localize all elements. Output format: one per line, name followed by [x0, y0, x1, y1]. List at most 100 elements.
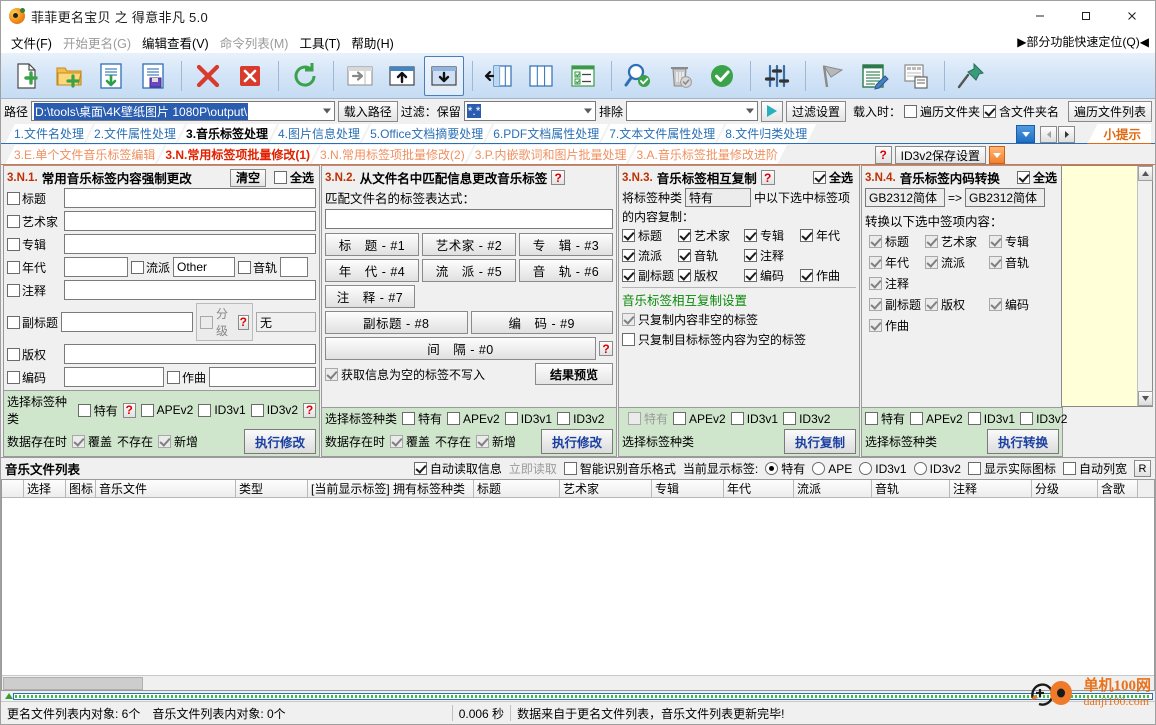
panel4-cb-encode[interactable]: 编码 — [989, 296, 1029, 313]
checkbox-box[interactable] — [200, 315, 214, 329]
panel2-tagtype-id3v2[interactable]: ID3v2 — [557, 412, 604, 426]
panel3-opt-target-empty[interactable]: 只复制目标标签内容为空的标签 — [622, 331, 806, 348]
panel1-copyright-input[interactable] — [64, 344, 316, 364]
grid-header-lyrics[interactable]: 含歌 — [1098, 480, 1138, 497]
panel1-addnew-checkbox[interactable]: 新增 — [158, 433, 198, 450]
grid-body[interactable] — [2, 498, 1154, 675]
panel2-tag-title-button[interactable]: 标 题 - #1 — [325, 233, 419, 256]
scrollbar-thumb[interactable] — [3, 676, 143, 690]
panel1-comment-checkbox[interactable]: 注释 — [7, 282, 61, 299]
grid-header-genre[interactable]: 流派 — [794, 480, 872, 497]
panel2-tagtype-apev2[interactable]: APEv2 — [447, 412, 500, 426]
panel2-tagtype-proprietary[interactable]: 特有 — [402, 410, 442, 427]
panel2-tag-gap-button[interactable]: 间 隔 - #0 — [325, 337, 596, 360]
exclude-input[interactable] — [626, 101, 759, 121]
quick-locate-link[interactable]: ▶部分功能快速定位(Q)◀ — [1017, 33, 1149, 50]
flag-icon[interactable] — [812, 56, 852, 96]
panel3-opt-nonempty[interactable]: 只复制内容非空的标签 — [622, 311, 758, 328]
grid-header-tagtypes[interactable]: [当前显示标签] 拥有标签种类 — [308, 480, 474, 497]
panel3-cb-copyright[interactable]: 版权 — [678, 267, 740, 284]
save-list-icon[interactable] — [133, 56, 173, 96]
load-list-icon[interactable] — [91, 56, 131, 96]
smart-detect-checkbox[interactable]: 智能识别音乐格式 — [563, 460, 676, 477]
grid-header-music-file[interactable]: 音乐文件 — [96, 480, 236, 497]
tab-tips[interactable]: 小提示 — [1087, 124, 1151, 144]
panel1-title-checkbox[interactable]: 标题 — [7, 190, 61, 207]
grid-header-year[interactable]: 年代 — [724, 480, 794, 497]
tab-file-classify[interactable]: 8.文件归类处理 — [716, 124, 816, 144]
new-file-icon[interactable] — [7, 56, 47, 96]
panel2-tag-artist-button[interactable]: 艺术家 - #2 — [422, 233, 516, 256]
menu-help[interactable]: 帮助(H) — [351, 31, 404, 54]
panel1-tagtype-proprietary[interactable]: 特有 — [77, 402, 118, 419]
trash-check-icon[interactable] — [660, 56, 700, 96]
panel4-cb-copyright[interactable]: 版权 — [925, 296, 983, 313]
panel3-cb-genre[interactable]: 流派 — [622, 247, 674, 264]
panel4-cb-artist[interactable]: 艺术家 — [925, 233, 983, 250]
traverse-list-button[interactable]: 遍历文件列表 — [1068, 100, 1153, 122]
panel2-expression-input[interactable] — [325, 209, 613, 229]
tab-image-info[interactable]: 4.图片信息处理 — [269, 124, 369, 144]
panel1-genre-checkbox[interactable]: 流派 — [131, 259, 170, 276]
maximize-button[interactable] — [1063, 1, 1109, 31]
help-icon[interactable]: ? — [599, 341, 613, 356]
subtab-lyrics-images[interactable]: 3.P.内嵌歌词和图片批量处理 — [466, 145, 636, 165]
panel3-cb-year[interactable]: 年代 — [800, 227, 840, 244]
report-icon[interactable] — [896, 56, 936, 96]
panel1-execute-button[interactable]: 执行修改 — [243, 429, 316, 454]
help-icon[interactable]: ? — [760, 170, 775, 185]
panel1-title-input[interactable] — [64, 188, 316, 208]
pin-icon[interactable] — [951, 56, 991, 96]
subtab-advanced[interactable]: 3.A.音乐标签批量修改进阶 — [628, 145, 787, 165]
panel3-cb-album[interactable]: 专辑 — [744, 227, 796, 244]
search-check-icon[interactable] — [618, 56, 658, 96]
panel2-tag-track-button[interactable]: 音 轨 - #6 — [519, 259, 613, 282]
radio-proprietary[interactable]: 特有 — [765, 460, 805, 477]
panel1-rating-select[interactable]: 无 — [256, 312, 316, 332]
panel1-year-checkbox[interactable]: 年代 — [7, 259, 61, 276]
panel1-track-input[interactable] — [280, 257, 309, 277]
panel4-tagtype-proprietary[interactable]: 特有 — [865, 410, 905, 427]
grid-header-track[interactable]: 音轨 — [872, 480, 950, 497]
delete-all-icon[interactable] — [230, 56, 270, 96]
panel1-encode-input[interactable] — [64, 367, 164, 387]
panel3-cb-title[interactable]: 标题 — [622, 227, 674, 244]
panel1-composer-checkbox[interactable]: 作曲 — [167, 369, 206, 386]
panel3-cb-composer[interactable]: 作曲 — [800, 267, 840, 284]
auto-read-checkbox[interactable]: 自动读取信息 — [413, 460, 502, 477]
panel2-addnew-checkbox[interactable]: 新增 — [476, 433, 516, 450]
panel1-year-input[interactable] — [64, 257, 128, 277]
panel4-cb-composer[interactable]: 作曲 — [869, 317, 919, 334]
columns-icon[interactable] — [521, 56, 561, 96]
read-now-button[interactable]: 立即读取 — [509, 460, 557, 477]
panel1-clear-button[interactable]: 清空 — [229, 168, 266, 187]
tab-text-attributes[interactable]: 7.文本文件属性处理 — [600, 124, 724, 144]
menu-command-list[interactable]: 命令列表(M) — [220, 31, 300, 54]
panel3-tagtype-id3v2[interactable]: ID3v2 — [783, 412, 830, 426]
id3v2-dropdown-button[interactable] — [989, 146, 1005, 164]
help-icon[interactable]: ? — [551, 170, 566, 185]
menu-start-rename[interactable]: 开始更名(G) — [63, 31, 142, 54]
refresh-columns-button[interactable]: R — [1134, 460, 1151, 477]
minimize-button[interactable] — [1017, 1, 1063, 31]
panel3-cb-comment[interactable]: 注释 — [744, 247, 796, 264]
include-folder-name-checkbox[interactable]: 含文件夹名 — [982, 103, 1059, 120]
tab-office-summary[interactable]: 5.Office文档摘要处理 — [361, 124, 492, 144]
panel1-album-checkbox[interactable]: 专辑 — [7, 236, 61, 253]
move-down-icon[interactable] — [424, 55, 464, 96]
panel1-tagtype-id3v1[interactable]: ID3v1 — [198, 403, 246, 417]
panel1-encode-checkbox[interactable]: 编码 — [7, 369, 61, 386]
help-icon[interactable]: ? — [237, 314, 249, 330]
tips-scrollbar[interactable] — [1137, 166, 1153, 406]
panel4-cb-comment[interactable]: 注释 — [869, 275, 919, 292]
panel3-tagtype-apev2[interactable]: APEv2 — [673, 412, 726, 426]
panel4-select-all-checkbox[interactable]: 全选 — [1016, 169, 1057, 186]
grid-header-title[interactable]: 标题 — [474, 480, 560, 497]
delete-icon[interactable] — [188, 56, 228, 96]
panel4-to-encoding-select[interactable]: GB2312简体 — [965, 188, 1046, 207]
checklist-icon[interactable] — [563, 56, 603, 96]
panel2-tag-comment-button[interactable]: 注 释 - #7 — [325, 285, 415, 308]
panel4-cb-title[interactable]: 标题 — [869, 233, 919, 250]
panel1-overwrite-checkbox[interactable]: 覆盖 — [72, 433, 112, 450]
id3v2-save-settings-button[interactable]: ID3v2保存设置 — [894, 146, 986, 164]
